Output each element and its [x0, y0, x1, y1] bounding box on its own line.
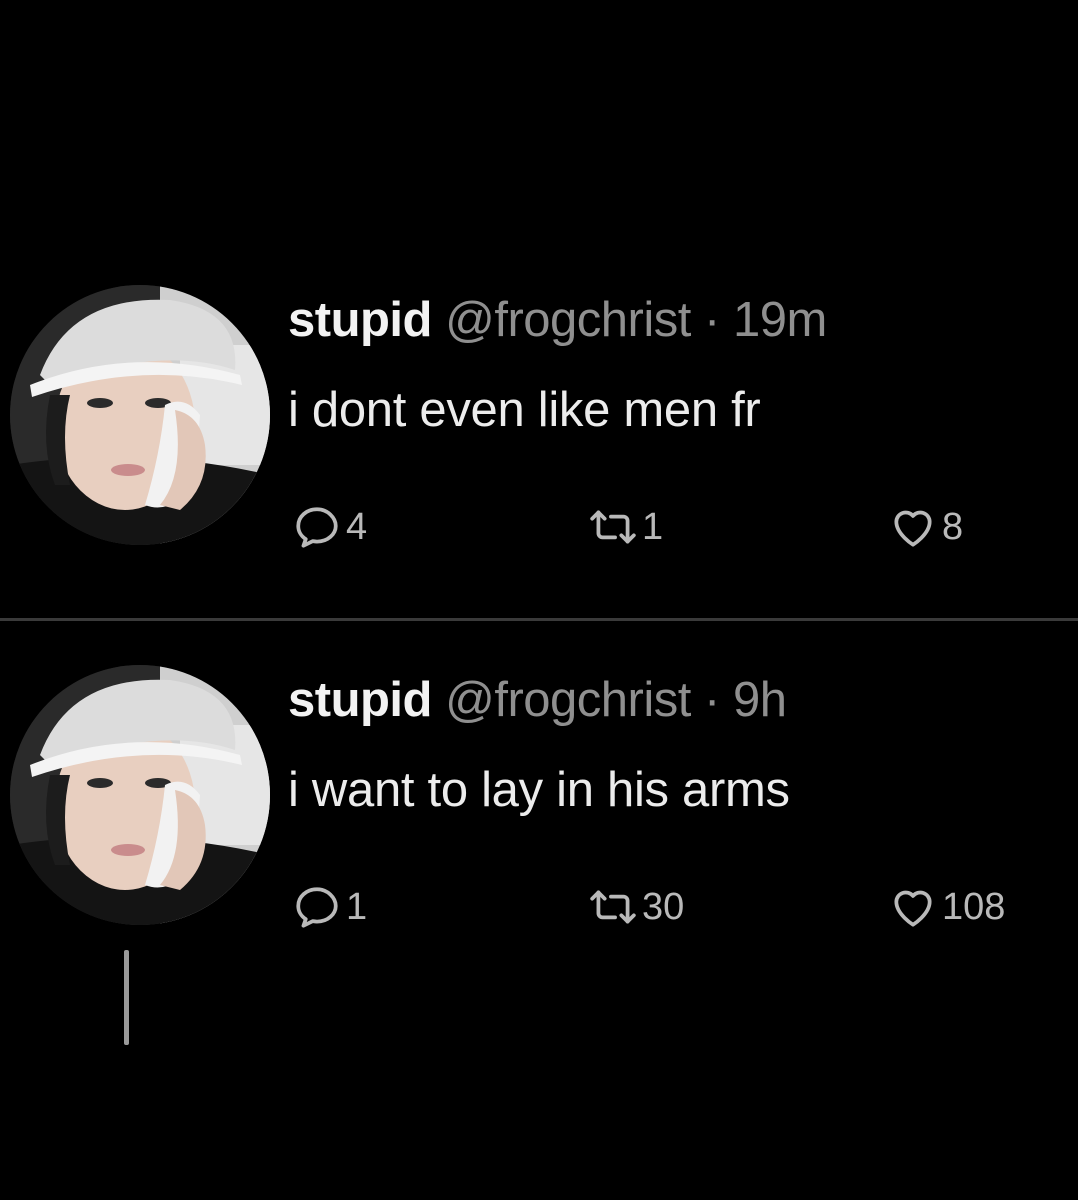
reply-icon — [292, 882, 342, 932]
like-count: 8 — [942, 505, 964, 548]
retweet-count: 30 — [642, 885, 685, 928]
tweet-text: i dont even like men fr — [288, 383, 761, 437]
retweet-count: 1 — [642, 505, 664, 548]
retweet-button[interactable]: 1 — [588, 497, 663, 557]
reply-icon — [292, 502, 342, 552]
reply-count: 1 — [346, 885, 368, 928]
display-name[interactable]: stupid — [288, 293, 432, 347]
tweet-actions: 4 1 8 — [288, 497, 1078, 557]
like-button[interactable]: 8 — [888, 497, 963, 557]
avatar-image — [10, 285, 270, 545]
reply-button[interactable]: 1 — [292, 877, 367, 937]
meta-separator: · — [703, 293, 720, 347]
retweet-icon — [588, 502, 638, 552]
avatar[interactable] — [10, 285, 270, 545]
divider — [0, 618, 1078, 621]
tweet-header: stupid @frogchrist · 19m — [288, 287, 827, 353]
reply-count: 4 — [346, 505, 368, 548]
avatar-image — [10, 665, 270, 925]
meta-separator: · — [703, 673, 720, 727]
user-handle[interactable]: @frogchrist — [445, 293, 691, 347]
heart-icon — [888, 502, 938, 552]
avatar[interactable] — [10, 665, 270, 925]
like-count: 108 — [942, 885, 1006, 928]
heart-icon — [888, 882, 938, 932]
tweet-header: stupid @frogchrist · 9h — [288, 667, 787, 733]
timestamp[interactable]: 9h — [733, 673, 787, 727]
reply-button[interactable]: 4 — [292, 497, 367, 557]
retweet-button[interactable]: 30 — [588, 877, 684, 937]
like-button[interactable]: 108 — [888, 877, 1005, 937]
thread-line — [124, 950, 129, 1045]
display-name[interactable]: stupid — [288, 673, 432, 727]
tweet-actions: 1 30 108 — [288, 877, 1078, 937]
tweet-text: i want to lay in his arms — [288, 763, 790, 817]
retweet-icon — [588, 882, 638, 932]
user-handle[interactable]: @frogchrist — [445, 673, 691, 727]
timestamp[interactable]: 19m — [733, 293, 827, 347]
